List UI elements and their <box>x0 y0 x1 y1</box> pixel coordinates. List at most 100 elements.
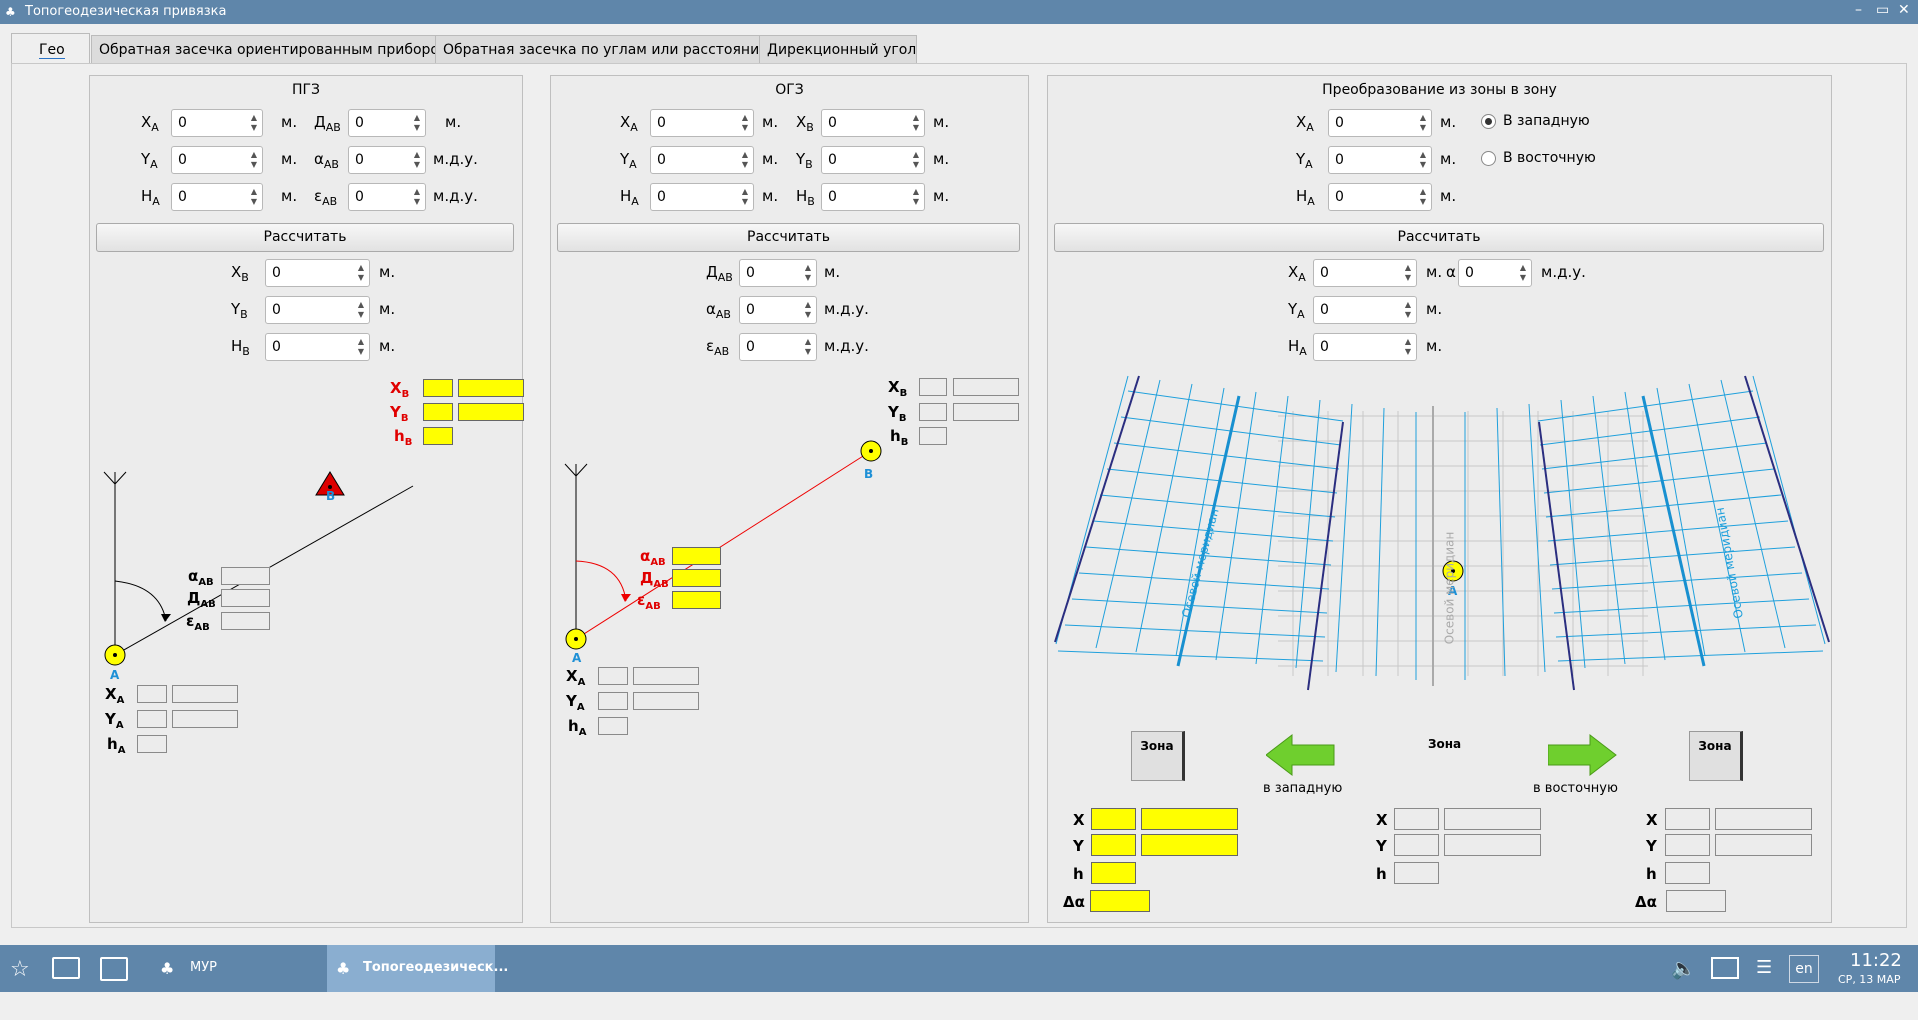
ogz-res-hb-box <box>919 427 947 445</box>
notifications-icon[interactable]: ☰ <box>1756 957 1772 1004</box>
taskbar-app-topo-label: Топогеодезическ... <box>363 960 509 975</box>
ogz-eps-result-label: εAB <box>637 591 661 612</box>
ogz-res-xb-label: XB <box>888 378 908 399</box>
zone-mid-x-label: X <box>1376 811 1388 829</box>
pgz-res-xb-box1 <box>423 379 453 397</box>
zone-mid-x-box1 <box>1394 808 1439 830</box>
ogz-res-yb-label: YB <box>888 403 907 424</box>
arrow-west-icon[interactable] <box>1266 733 1336 777</box>
center-meridian-label: Осевой меридиан <box>1442 531 1457 645</box>
ogz-ya-result1 <box>598 692 628 710</box>
pgz-eps-result-label: εAB <box>186 612 210 633</box>
pgz-eps-result <box>221 612 270 630</box>
pgz-xa-result2 <box>172 685 238 703</box>
zone-east-x-box2 <box>1715 808 1812 830</box>
pgz-xa-result-label: XA <box>105 685 125 706</box>
ogz-eps-result <box>672 591 721 609</box>
taskbar-app-mur[interactable]: МУР <box>150 945 320 992</box>
pgz-res-xb-label: XB <box>390 379 410 400</box>
tab-geo-label: Гео <box>39 42 65 59</box>
zone-east-h-label: h <box>1646 865 1657 883</box>
start-menu-icon[interactable]: ☆ <box>10 957 30 1004</box>
zone-res-h-box <box>1091 862 1136 884</box>
ogz-ha-result-label: hA <box>568 717 587 738</box>
pgz-ha-result-label: hA <box>107 735 126 756</box>
maximize-button[interactable]: ▭ <box>1876 2 1889 18</box>
ogz-diagram <box>564 440 882 650</box>
taskbar: ☆ МУР ♣ Топогеодезическ... ♣ 🔈 ☰ en 11:2… <box>0 945 1918 992</box>
zone-res-x-box1 <box>1091 808 1136 830</box>
zone-mid-h-label: h <box>1376 865 1387 883</box>
ogz-xa-result-label: XA <box>566 667 586 688</box>
zone-east-da-box <box>1666 890 1726 912</box>
ogz-ha-result <box>598 717 628 735</box>
zone-mid-y-box2 <box>1444 834 1541 856</box>
zone-res-y-box1 <box>1091 834 1136 856</box>
zone-current-label: Зона <box>1428 737 1462 751</box>
zone-mid-h-box <box>1394 862 1439 884</box>
ogz-xa-result1 <box>598 667 628 685</box>
zone-mid-y-label: Y <box>1376 837 1387 855</box>
ogz-res-xb-box2 <box>953 378 1019 396</box>
ogz-d-result-label: ДAB <box>640 569 669 590</box>
windows-icon[interactable] <box>52 957 80 979</box>
tab-geo[interactable]: Гео <box>11 33 90 63</box>
tab-content: ПГЗ XA ▲▼ м. ДAB ▲▼ м. YA ▲▼ м. αAB ▲▼ м… <box>11 63 1907 928</box>
network-icon[interactable] <box>1711 957 1739 979</box>
taskbar-app-topo[interactable]: Топогеодезическ... <box>327 945 508 992</box>
zone-res-da-box <box>1090 890 1150 912</box>
zone-west-button[interactable]: Зона <box>1131 731 1185 781</box>
zone-mid-x-box2 <box>1444 808 1541 830</box>
ogz-res-yb-box1 <box>919 403 947 421</box>
minimize-button[interactable]: – <box>1855 2 1862 18</box>
pgz-d-result-label: ДAB <box>187 589 216 610</box>
arrow-east-icon[interactable] <box>1548 733 1618 777</box>
zone-mid-y-box1 <box>1394 834 1439 856</box>
tab-direction-angle[interactable]: Дирекционный угол <box>759 35 917 64</box>
ogz-panel: ОГЗ XA ▲▼ м. XB ▲▼ м. YA ▲▼ м. YB ▲▼ м. … <box>550 75 1029 923</box>
taskbar-app-mur-label: МУР <box>190 960 217 975</box>
pgz-res-yb-box2 <box>458 403 524 421</box>
pgz-point-a: A <box>110 668 120 682</box>
pgz-ya-result2 <box>172 710 238 728</box>
zone-east-button[interactable]: Зона <box>1689 731 1743 781</box>
zone-res-h-label: h <box>1073 865 1084 883</box>
app-topo-icon: ♣ <box>336 959 351 978</box>
zone-east-da-label: Δα <box>1635 893 1657 911</box>
files-icon[interactable] <box>100 957 128 981</box>
pgz-ha-result <box>137 735 167 753</box>
close-button[interactable]: ✕ <box>1898 2 1910 18</box>
pgz-xa-result1 <box>137 685 167 703</box>
ogz-res-yb-box2 <box>953 403 1019 421</box>
clock-date: СР, 13 МАР <box>1838 973 1901 986</box>
pgz-res-yb-box1 <box>423 403 453 421</box>
volume-icon[interactable]: 🔈 <box>1671 956 1696 1003</box>
to-west-label: в западную <box>1263 781 1343 796</box>
ogz-ya-result2 <box>633 692 699 710</box>
ogz-xa-result2 <box>633 667 699 685</box>
zone-res-da-label: Δα <box>1063 893 1085 911</box>
pgz-res-xb-box2 <box>458 379 524 397</box>
to-east-label: в восточную <box>1533 781 1618 796</box>
ogz-alpha-result-label: αAB <box>640 547 666 568</box>
zone-east-y-box2 <box>1715 834 1812 856</box>
zone-east-y-box1 <box>1665 834 1710 856</box>
language-indicator[interactable]: en <box>1789 955 1819 983</box>
zone-panel: Преобразование из зоны в зону XA ▲▼ м. В… <box>1047 75 1832 923</box>
title-bar: ♣ Топогеодезическая привязка – ▭ ✕ <box>0 0 1918 24</box>
pgz-ya-result1 <box>137 710 167 728</box>
pgz-diagram <box>103 471 414 666</box>
tab-resection-oriented[interactable]: Обратная засечка ориентированным приборо… <box>91 35 450 64</box>
tab-resection-angles[interactable]: Обратная засечка по углам или расстояния… <box>435 35 778 64</box>
pgz-res-hb-box <box>423 427 453 445</box>
ogz-point-b: B <box>864 467 874 481</box>
pgz-panel: ПГЗ XA ▲▼ м. ДAB ▲▼ м. YA ▲▼ м. αAB ▲▼ м… <box>89 75 524 923</box>
window-title: Топогеодезическая привязка <box>25 4 227 19</box>
pgz-res-yb-label: YB <box>390 403 409 424</box>
zone-grid-diagram <box>1054 375 1830 691</box>
zone-east-y-label: Y <box>1646 837 1657 855</box>
ogz-res-xb-box1 <box>919 378 947 396</box>
ogz-point-a: A <box>572 651 582 665</box>
pgz-res-hb-label: hB <box>394 427 413 448</box>
zone-res-y-label: Y <box>1073 837 1084 855</box>
